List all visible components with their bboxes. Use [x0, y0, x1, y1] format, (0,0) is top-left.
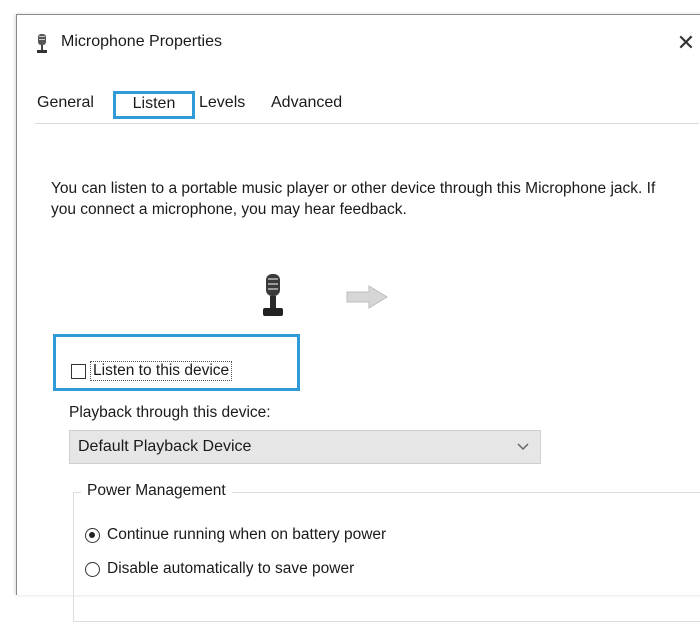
listen-to-device-checkbox[interactable]: Listen to this device: [71, 360, 233, 382]
checkbox-box[interactable]: [71, 363, 86, 379]
playback-device-select[interactable]: Default Playback Device: [69, 430, 541, 464]
playback-label: Playback through this device:: [69, 404, 271, 421]
window-title: Microphone Properties: [61, 33, 222, 50]
tab-levels[interactable]: Levels: [199, 91, 255, 119]
chevron-down-icon: [517, 443, 529, 451]
listen-description: You can listen to a portable music playe…: [51, 180, 656, 218]
power-management-group: [73, 492, 700, 622]
tab-advanced[interactable]: Advanced: [271, 91, 361, 119]
power-management-title: Power Management: [81, 482, 232, 500]
microphone-icon: [37, 34, 47, 53]
continue-running-radio[interactable]: Continue running when on battery power: [85, 524, 386, 546]
arrow-right-icon: [346, 285, 388, 309]
tab-general[interactable]: General: [37, 91, 105, 119]
tab-strip: General Listen Levels Advanced: [35, 91, 695, 123]
playback-device-value: Default Playback Device: [78, 438, 252, 455]
disable-automatically-radio[interactable]: Disable automatically to save power: [85, 558, 354, 580]
close-button[interactable]: ✕: [671, 29, 700, 59]
disable-automatically-label: Disable automatically to save power: [107, 560, 355, 577]
tab-listen[interactable]: Listen: [113, 91, 195, 119]
radio-selected[interactable]: [85, 527, 100, 543]
listen-to-device-label: Listen to this device: [90, 361, 233, 381]
microphone-properties-dialog: Microphone Properties ✕ General Listen L…: [16, 14, 700, 622]
radio-unselected[interactable]: [85, 561, 100, 577]
continue-running-label: Continue running when on battery power: [107, 526, 387, 543]
listen-panel: You can listen to a portable music playe…: [35, 123, 700, 622]
microphone-icon: [263, 274, 283, 316]
title-bar: Microphone Properties ✕: [17, 15, 700, 69]
